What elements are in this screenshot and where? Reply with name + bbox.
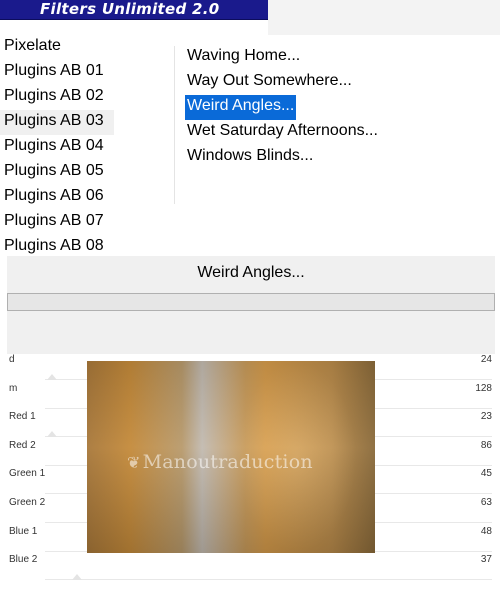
slider-label: Blue 1: [9, 525, 38, 537]
filter-panel: Weird Angles...: [7, 256, 495, 354]
category-item[interactable]: Pixelate: [0, 35, 114, 60]
category-item[interactable]: Plugins AB 05: [0, 160, 114, 185]
slider-value: 86: [480, 439, 492, 451]
progress-bar: [7, 293, 495, 311]
slider-value: 37: [480, 554, 492, 566]
category-item[interactable]: Plugins AB 06: [0, 185, 114, 210]
slider-label: Green 1: [9, 468, 46, 480]
filter-item[interactable]: Windows Blinds...: [185, 145, 315, 170]
slider-value: 48: [480, 525, 492, 537]
slider-thumb[interactable]: [47, 374, 57, 380]
filter-item[interactable]: Wet Saturday Afternoons...: [185, 120, 380, 145]
category-item[interactable]: Plugins AB 04: [0, 135, 114, 160]
slider-label: Red 1: [9, 411, 36, 423]
slider-label: Blue 2: [9, 554, 38, 566]
title-bar: Filters Unlimited 2.0: [0, 0, 268, 20]
filter-item[interactable]: Way Out Somewhere...: [185, 70, 354, 95]
filter-name-label: Weird Angles...: [197, 264, 305, 281]
slider-label: Green 2: [9, 496, 46, 508]
category-item[interactable]: Plugins AB 01: [0, 60, 114, 85]
slider-thumb[interactable]: [72, 574, 82, 581]
category-list[interactable]: Pixelate Plugins AB 01 Plugins AB 02 Plu…: [0, 35, 172, 260]
slider-value: 128: [475, 382, 492, 394]
slider-value: 24: [480, 354, 492, 365]
slider-row[interactable]: Blue 2 37: [0, 552, 500, 581]
slider-value: 63: [480, 496, 492, 508]
slider-track[interactable]: [45, 579, 492, 581]
watermark-text: Manoutraduction: [142, 451, 313, 473]
slider-value: 23: [480, 411, 492, 423]
preview-image: ❦ Manoutraduction: [87, 361, 375, 553]
list-divider: [174, 46, 175, 204]
slider-thumb[interactable]: [47, 431, 57, 438]
category-item[interactable]: Plugins AB 02: [0, 85, 114, 110]
slider-label: m: [9, 382, 18, 394]
slider-value: 45: [480, 468, 492, 480]
category-item-selected[interactable]: Plugins AB 03: [0, 110, 114, 135]
watermark: ❦ Manoutraduction: [127, 451, 313, 473]
filter-item[interactable]: Waving Home...: [185, 45, 302, 70]
slider-label: d: [9, 354, 15, 365]
slider-label: Red 2: [9, 439, 36, 451]
flourish-icon: ❦: [127, 453, 141, 472]
window-title: Filters Unlimited 2.0: [40, 0, 220, 18]
category-item[interactable]: Plugins AB 07: [0, 210, 114, 235]
filter-list[interactable]: Waving Home... Way Out Somewhere... Weir…: [185, 45, 380, 170]
filter-item-selected[interactable]: Weird Angles...: [185, 95, 297, 120]
top-strip: [268, 0, 500, 35]
